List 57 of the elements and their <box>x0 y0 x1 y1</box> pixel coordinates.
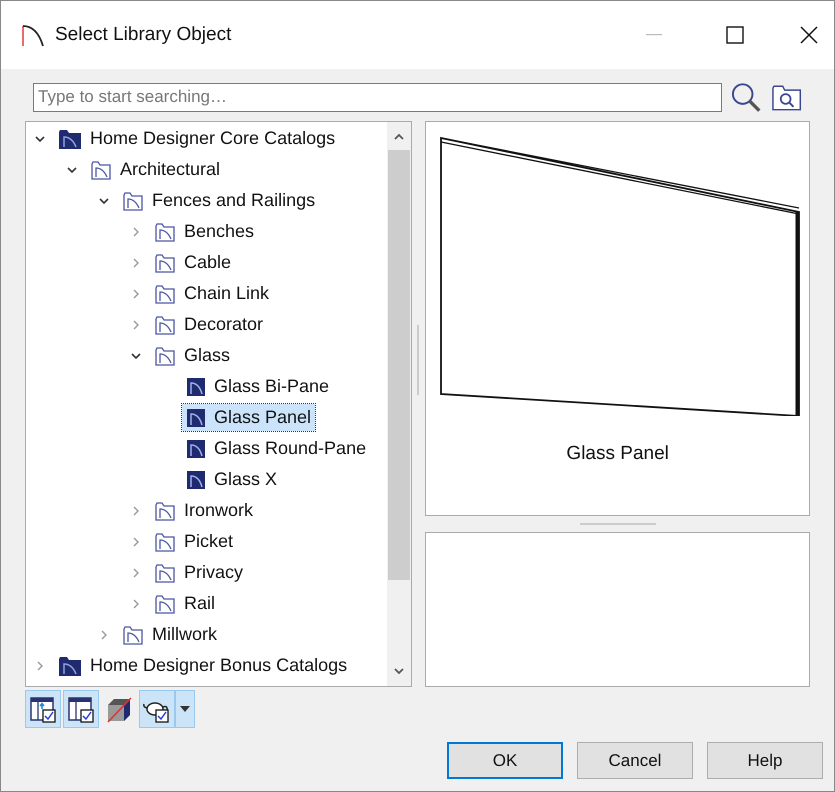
tree-item[interactable]: Ironwork <box>150 497 258 524</box>
tree-item[interactable]: Decorator <box>150 311 268 338</box>
arch-icon <box>186 470 206 490</box>
folder-icon <box>122 190 144 212</box>
toolbar-button[interactable] <box>63 690 99 728</box>
folder-icon <box>154 344 176 366</box>
tree-item[interactable]: Picket <box>150 528 238 555</box>
tree-item[interactable]: Architectural <box>86 156 224 183</box>
tree-item[interactable]: Millwork <box>118 621 221 648</box>
arch-icon <box>186 408 206 428</box>
folder-icon <box>58 654 82 676</box>
folder-icon <box>154 252 176 274</box>
library-icon <box>67 695 95 723</box>
tree-item[interactable]: Glass Round-Pane <box>182 435 370 462</box>
tree-item[interactable]: Glass <box>150 342 234 369</box>
tree-item[interactable]: Rail <box>150 590 220 617</box>
folder-icon <box>154 220 176 242</box>
arch-icon <box>186 376 206 396</box>
tree-item[interactable]: Glass X <box>182 466 282 493</box>
library-icon <box>29 695 57 723</box>
caret-icon <box>180 706 190 712</box>
folder-icon <box>154 314 176 336</box>
tree-item[interactable]: Glass Bi-Pane <box>182 373 334 400</box>
maximize-icon[interactable] <box>726 26 744 44</box>
tree-item[interactable]: Home Designer Core Catalogs <box>54 125 340 152</box>
search-field[interactable]: Type to start searching… <box>33 82 722 112</box>
tree-item[interactable]: Glass Panel <box>182 404 316 431</box>
folder-icon <box>58 128 82 150</box>
search-icon[interactable] <box>730 81 763 113</box>
tree-item[interactable]: Home Designer Bonus Catalogs <box>54 652 352 679</box>
toolbar-button[interactable] <box>25 690 61 728</box>
folder-icon <box>154 530 176 552</box>
dialog-button[interactable]: Help <box>707 742 823 779</box>
arch-icon <box>186 438 206 458</box>
splitter-handle[interactable] <box>580 523 656 525</box>
scrollbar[interactable] <box>386 122 411 686</box>
window-title: Select Library Object <box>55 22 232 47</box>
folder-icon <box>122 624 144 646</box>
preview-caption: Glass Panel <box>566 442 669 466</box>
arch-icon <box>21 22 47 48</box>
tree-item[interactable]: Privacy <box>150 559 248 586</box>
folder-icon <box>154 500 176 522</box>
splitter-handle[interactable] <box>417 324 420 394</box>
folder-icon <box>154 562 176 584</box>
folder-icon <box>154 592 176 614</box>
toolbar-button[interactable] <box>139 690 175 728</box>
dialog-button[interactable]: Cancel <box>577 742 693 779</box>
cube-icon <box>105 695 133 723</box>
dialog-button[interactable]: OK <box>447 742 563 779</box>
dropdown-button[interactable] <box>175 690 195 728</box>
folder-icon <box>90 158 112 180</box>
folder-icon <box>154 282 176 304</box>
close-icon[interactable] <box>800 26 818 44</box>
tree-item[interactable]: Fences and Railings <box>118 187 320 214</box>
tree-item[interactable]: Benches <box>150 218 258 245</box>
tree-item[interactable]: Cable <box>150 249 236 276</box>
tree-item[interactable]: Chain Link <box>150 280 274 307</box>
